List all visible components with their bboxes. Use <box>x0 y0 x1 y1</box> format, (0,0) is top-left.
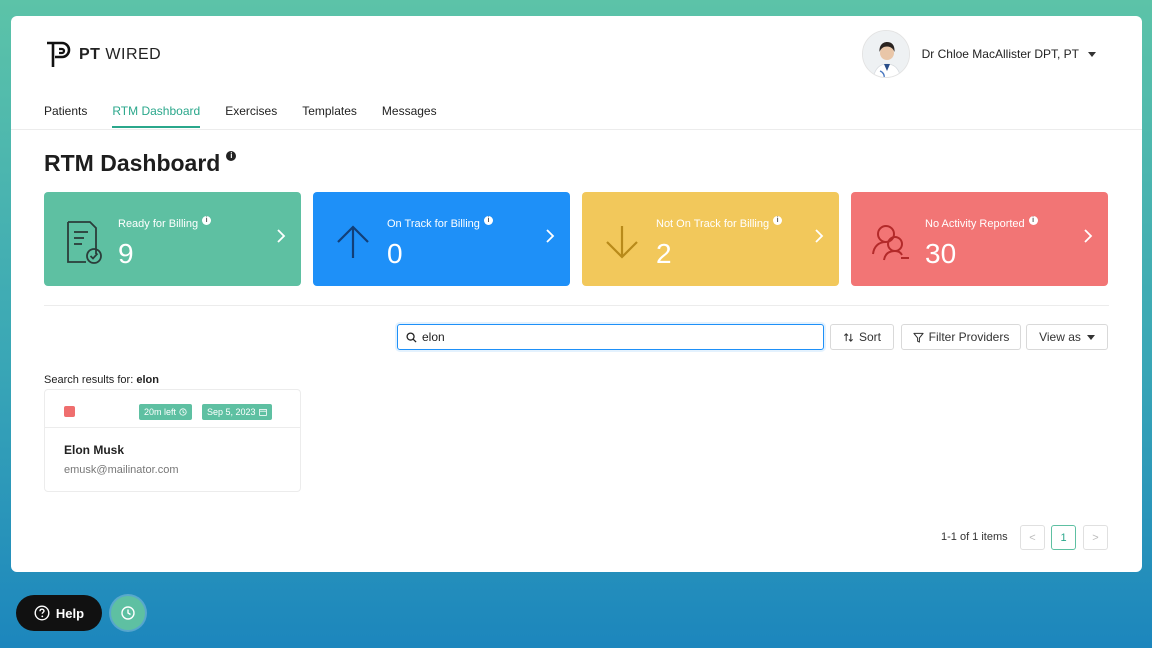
info-icon[interactable]: i <box>226 151 237 161</box>
search-icon <box>406 331 417 343</box>
timer-button[interactable] <box>111 596 145 630</box>
chevron-right-icon <box>815 229 824 243</box>
stat-card-not-on-track-for-billing[interactable]: Not On Track for Billing i 2 <box>582 192 839 286</box>
stat-value: 9 <box>118 238 134 269</box>
arrow-up-icon <box>337 225 369 258</box>
stat-card-on-track-for-billing[interactable]: On Track for Billing i 0 <box>313 192 570 286</box>
search-results-label: Search results for: elon <box>44 374 159 386</box>
view-as-dropdown[interactable]: View as <box>1026 324 1108 350</box>
page-title-text: RTM Dashboard <box>44 150 221 176</box>
stat-label: No Activity Reported i <box>925 216 1038 230</box>
chevron-right-icon <box>546 229 555 243</box>
stat-value: 30 <box>925 238 957 269</box>
patient-card[interactable]: 20m left Sep 5, 2023 Elon Musk emusk@mai… <box>44 389 301 492</box>
brand-name: PT WIRED <box>79 46 162 63</box>
patient-name: Elon Musk <box>64 443 125 457</box>
status-indicator <box>64 406 75 417</box>
time-left-badge: 20m left <box>139 404 193 420</box>
avatar-portrait-icon <box>862 31 909 77</box>
stat-card-ready-for-billing[interactable]: Ready for Billing i 9 <box>44 192 301 286</box>
page-title: RTM Dashboard i <box>44 150 237 177</box>
search-input[interactable] <box>422 330 802 344</box>
date-badge: Sep 5, 2023 <box>202 404 272 420</box>
stat-value: 0 <box>387 238 403 269</box>
stat-label: Ready for Billing i <box>118 216 212 230</box>
nav-divider <box>11 129 1142 130</box>
help-label: Help <box>55 605 85 621</box>
pagination-page-button[interactable]: 1 <box>1051 525 1076 550</box>
info-icon[interactable]: i <box>202 216 212 225</box>
search-box[interactable] <box>397 324 824 350</box>
calendar-icon <box>258 408 267 416</box>
avatar[interactable] <box>861 30 910 78</box>
sort-label: Sort <box>858 330 881 344</box>
info-icon[interactable]: i <box>1028 216 1038 225</box>
help-button[interactable]: Help <box>16 595 102 631</box>
nav-item-exercises[interactable]: Exercises <box>225 104 277 128</box>
nav-item-patients[interactable]: Patients <box>44 104 87 128</box>
info-icon[interactable]: i <box>483 216 493 225</box>
filter-providers-button[interactable]: Filter Providers <box>901 324 1021 350</box>
sort-icon <box>844 332 853 342</box>
arrow-down-icon <box>606 226 638 259</box>
sort-button[interactable]: Sort <box>830 324 894 350</box>
chevron-right-icon <box>277 229 286 243</box>
user-remove-icon <box>872 225 909 261</box>
pagination-next-button[interactable]: > <box>1083 525 1108 550</box>
stat-label: Not On Track for Billing i <box>656 216 783 230</box>
nav-item-messages[interactable]: Messages <box>382 104 437 128</box>
stat-card-no-activity-reported[interactable]: No Activity Reported i 30 <box>851 192 1108 286</box>
section-divider <box>44 305 1109 306</box>
chevron-right-icon <box>1084 229 1093 243</box>
patient-card-header: 20m left Sep 5, 2023 <box>45 390 300 428</box>
search-query: elon <box>136 374 159 386</box>
view-as-label: View as <box>1039 330 1081 344</box>
document-check-icon <box>67 221 102 264</box>
app-window: PT WIRED Dr Chloe MacAllister DPT, PT Pa… <box>11 16 1142 572</box>
pagination-prev-button[interactable]: < <box>1020 525 1045 550</box>
clock-icon <box>121 606 135 620</box>
logo[interactable]: PT WIRED <box>44 40 161 70</box>
pt-wired-logo-icon <box>47 41 71 67</box>
user-menu[interactable]: Dr Chloe MacAllister DPT, PT <box>861 30 1096 78</box>
stat-label: On Track for Billing i <box>387 216 493 230</box>
nav-item-rtm-dashboard[interactable]: RTM Dashboard <box>112 104 201 128</box>
user-name: Dr Chloe MacAllister DPT, PT <box>921 47 1079 61</box>
main-nav: Patients RTM Dashboard Exercises Templat… <box>44 104 462 128</box>
nav-item-templates[interactable]: Templates <box>302 104 357 128</box>
clock-icon <box>179 408 187 416</box>
info-icon[interactable]: i <box>773 216 783 225</box>
filter-icon <box>913 332 924 343</box>
pagination-summary: 1-1 of 1 items <box>941 531 1008 543</box>
stat-value: 2 <box>656 238 672 269</box>
caret-down-icon <box>1086 334 1095 340</box>
caret-down-icon[interactable] <box>1088 51 1096 57</box>
question-circle-icon <box>34 605 50 621</box>
filter-providers-label: Filter Providers <box>928 330 1010 344</box>
patient-email: emusk@mailinator.com <box>64 464 179 476</box>
